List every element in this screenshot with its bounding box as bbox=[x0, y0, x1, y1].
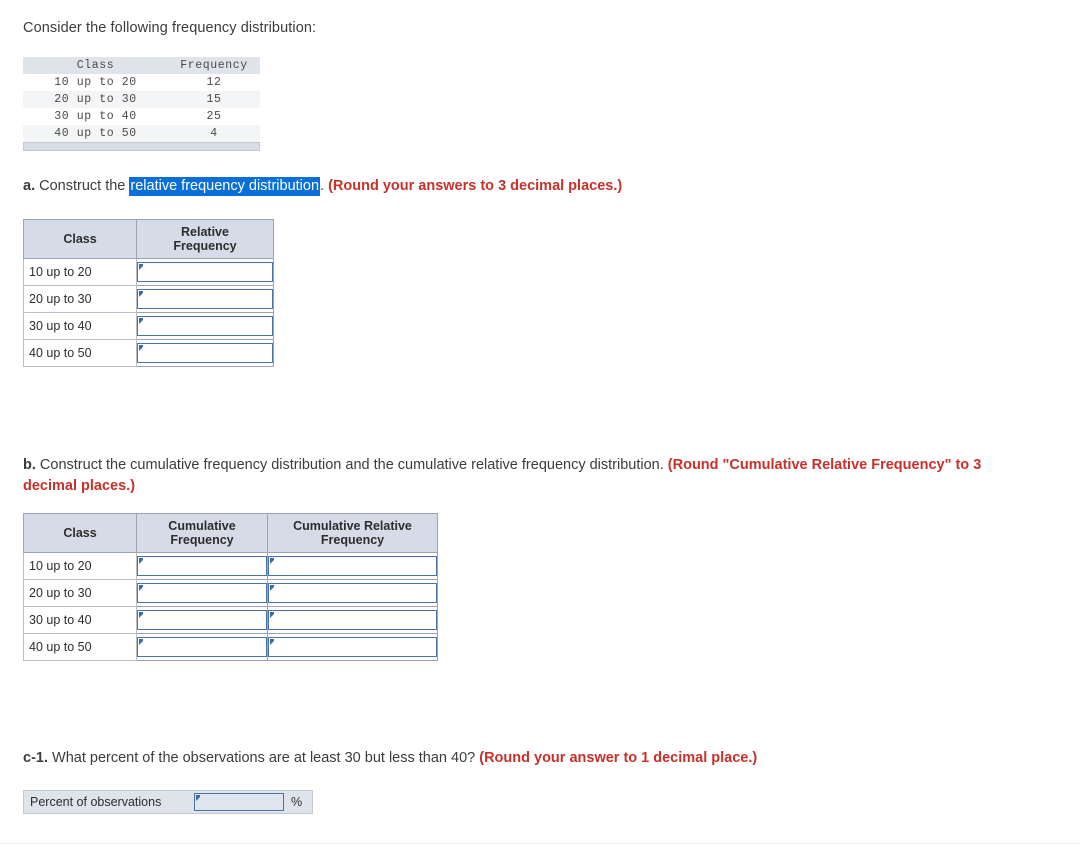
table-row: 40 up to 50 4 bbox=[23, 125, 260, 142]
table-row: 10 up to 20 12 bbox=[23, 74, 260, 91]
relative-frequency-input[interactable] bbox=[137, 289, 273, 309]
question-b-label: b. bbox=[23, 457, 36, 473]
given-cell-frequency: 15 bbox=[206, 93, 222, 106]
relative-frequency-input[interactable] bbox=[137, 262, 273, 282]
header-cumulative-frequency-line2: Frequency bbox=[170, 533, 234, 547]
given-cell-class: 20 up to 30 bbox=[54, 93, 137, 106]
header-cumulative-relative-frequency: Cumulative Relative Frequency bbox=[267, 513, 438, 553]
given-cell-class: 30 up to 40 bbox=[54, 110, 137, 123]
worksheet-page: Consider the following frequency distrib… bbox=[0, 0, 1080, 848]
cumulative-frequency-input[interactable] bbox=[137, 610, 267, 630]
cumulative-relative-frequency-cell[interactable] bbox=[267, 633, 438, 661]
relative-frequency-cell[interactable] bbox=[136, 258, 274, 286]
header-cumulative-frequency: Cumulative Frequency bbox=[136, 513, 268, 553]
given-header-class: Class bbox=[23, 57, 168, 74]
intro-prompt: Consider the following frequency distrib… bbox=[23, 20, 317, 36]
header-class: Class bbox=[23, 219, 137, 259]
table-row: 10 up to 20 bbox=[23, 258, 274, 286]
percent-sign: % bbox=[291, 795, 303, 809]
table-header-row: Class Frequency bbox=[23, 57, 260, 74]
table-row: 30 up to 40 25 bbox=[23, 108, 260, 125]
cumulative-relative-frequency-input[interactable] bbox=[268, 583, 437, 603]
given-frequency-table: Class Frequency 10 up to 20 12 20 up to … bbox=[23, 57, 260, 142]
question-b-text: Construct the cumulative frequency distr… bbox=[39, 457, 664, 473]
header-class: Class bbox=[23, 513, 137, 553]
table-header-row: Class Relative Frequency bbox=[23, 219, 274, 259]
header-cumulative-relative-frequency-line2: Frequency bbox=[320, 533, 385, 547]
question-c1-text: What percent of the observations are at … bbox=[52, 750, 476, 766]
table-row: 40 up to 50 bbox=[23, 633, 438, 661]
given-cell-class: 40 up to 50 bbox=[54, 127, 137, 140]
percent-observations-label: Percent of observations bbox=[30, 795, 162, 809]
question-a-text-after: . bbox=[320, 178, 325, 194]
relative-frequency-cell[interactable] bbox=[136, 339, 274, 367]
cumulative-frequency-answer-table: Class Cumulative Frequency Cumulative Re… bbox=[23, 513, 438, 661]
table-row: 30 up to 40 bbox=[23, 606, 438, 634]
percent-observations-input[interactable] bbox=[194, 793, 284, 811]
cumulative-frequency-cell[interactable] bbox=[136, 633, 268, 661]
cumulative-frequency-input[interactable] bbox=[137, 637, 267, 657]
header-relative-frequency: Relative Frequency bbox=[136, 219, 274, 259]
given-cell-frequency: 4 bbox=[210, 127, 218, 140]
question-a-highlighted-text[interactable]: relative frequency distribution bbox=[129, 177, 321, 196]
cumulative-relative-frequency-cell[interactable] bbox=[267, 579, 438, 607]
row-label-class: 40 up to 50 bbox=[23, 339, 137, 367]
given-cell-frequency: 25 bbox=[206, 110, 222, 123]
header-cumulative-frequency-line1: Cumulative bbox=[168, 519, 236, 533]
given-cell-frequency: 12 bbox=[206, 76, 222, 89]
table-row: 30 up to 40 bbox=[23, 312, 274, 340]
question-a-instruction: (Round your answers to 3 decimal places.… bbox=[328, 178, 623, 194]
header-relative-frequency-line2: Frequency bbox=[173, 239, 237, 253]
question-a-text-before: Construct the bbox=[39, 178, 126, 194]
row-label-class: 20 up to 30 bbox=[23, 285, 137, 313]
percent-observations-row: Percent of observations % bbox=[23, 790, 314, 814]
question-a: a. Construct the relative frequency dist… bbox=[23, 176, 622, 197]
given-header-frequency: Frequency bbox=[168, 57, 260, 74]
bottom-divider bbox=[0, 843, 1080, 844]
row-label-class: 10 up to 20 bbox=[23, 552, 137, 580]
question-c1: c-1. What percent of the observations ar… bbox=[23, 748, 757, 769]
question-b: b. Construct the cumulative frequency di… bbox=[23, 455, 1013, 497]
question-c1-label: c-1. bbox=[23, 750, 48, 766]
row-label-class: 40 up to 50 bbox=[23, 633, 137, 661]
given-frequency-table-wrap: Class Frequency 10 up to 20 12 20 up to … bbox=[23, 57, 260, 142]
row-label-class: 20 up to 30 bbox=[23, 579, 137, 607]
relative-frequency-answer-table: Class Relative Frequency 10 up to 20 20 … bbox=[23, 219, 274, 367]
cumulative-frequency-cell[interactable] bbox=[136, 606, 268, 634]
relative-frequency-input[interactable] bbox=[137, 343, 273, 363]
cumulative-relative-frequency-cell[interactable] bbox=[267, 606, 438, 634]
cumulative-frequency-input[interactable] bbox=[137, 556, 267, 576]
cumulative-relative-frequency-input[interactable] bbox=[268, 637, 437, 657]
table-header-row: Class Cumulative Frequency Cumulative Re… bbox=[23, 513, 438, 553]
table-row: 10 up to 20 bbox=[23, 552, 438, 580]
cumulative-relative-frequency-cell[interactable] bbox=[267, 552, 438, 580]
cumulative-relative-frequency-input[interactable] bbox=[268, 556, 437, 576]
row-label-class: 30 up to 40 bbox=[23, 312, 137, 340]
table-row: 20 up to 30 15 bbox=[23, 91, 260, 108]
row-label-class: 10 up to 20 bbox=[23, 258, 137, 286]
cumulative-relative-frequency-input[interactable] bbox=[268, 610, 437, 630]
question-a-label: a. bbox=[23, 178, 36, 194]
header-relative-frequency-line1: Relative bbox=[181, 225, 229, 239]
table-row: 20 up to 30 bbox=[23, 579, 438, 607]
question-c1-instruction: (Round your answer to 1 decimal place.) bbox=[479, 750, 758, 766]
relative-frequency-cell[interactable] bbox=[136, 312, 274, 340]
relative-frequency-cell[interactable] bbox=[136, 285, 274, 313]
table-row: 20 up to 30 bbox=[23, 285, 274, 313]
relative-frequency-input[interactable] bbox=[137, 316, 273, 336]
cumulative-frequency-cell[interactable] bbox=[136, 579, 268, 607]
table-row: 40 up to 50 bbox=[23, 339, 274, 367]
cumulative-frequency-input[interactable] bbox=[137, 583, 267, 603]
given-cell-class: 10 up to 20 bbox=[54, 76, 137, 89]
given-table-horizontal-scrollbar[interactable] bbox=[23, 142, 260, 151]
cumulative-frequency-cell[interactable] bbox=[136, 552, 268, 580]
row-label-class: 30 up to 40 bbox=[23, 606, 137, 634]
header-cumulative-relative-frequency-line1: Cumulative Relative bbox=[293, 519, 412, 533]
